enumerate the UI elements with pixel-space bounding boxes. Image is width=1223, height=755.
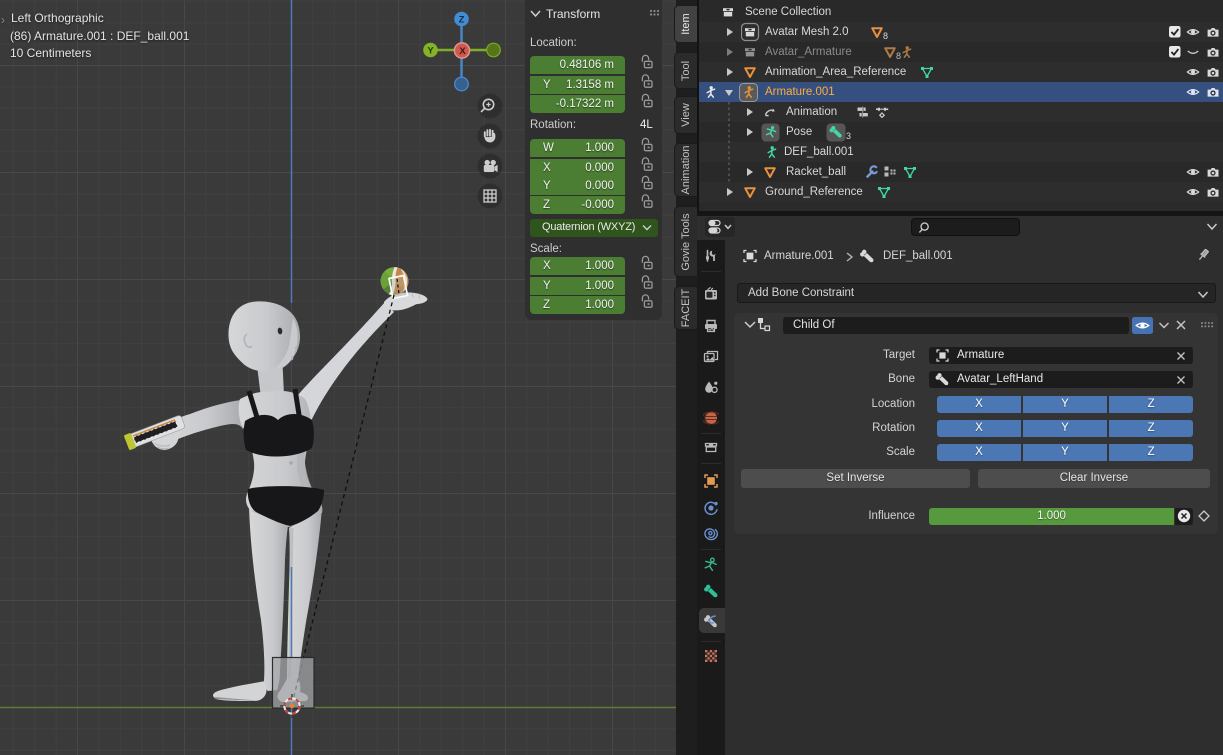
svg-text:X: X	[459, 46, 466, 57]
svg-text:Z: Z	[459, 15, 465, 26]
svg-text:Y: Y	[427, 46, 434, 57]
